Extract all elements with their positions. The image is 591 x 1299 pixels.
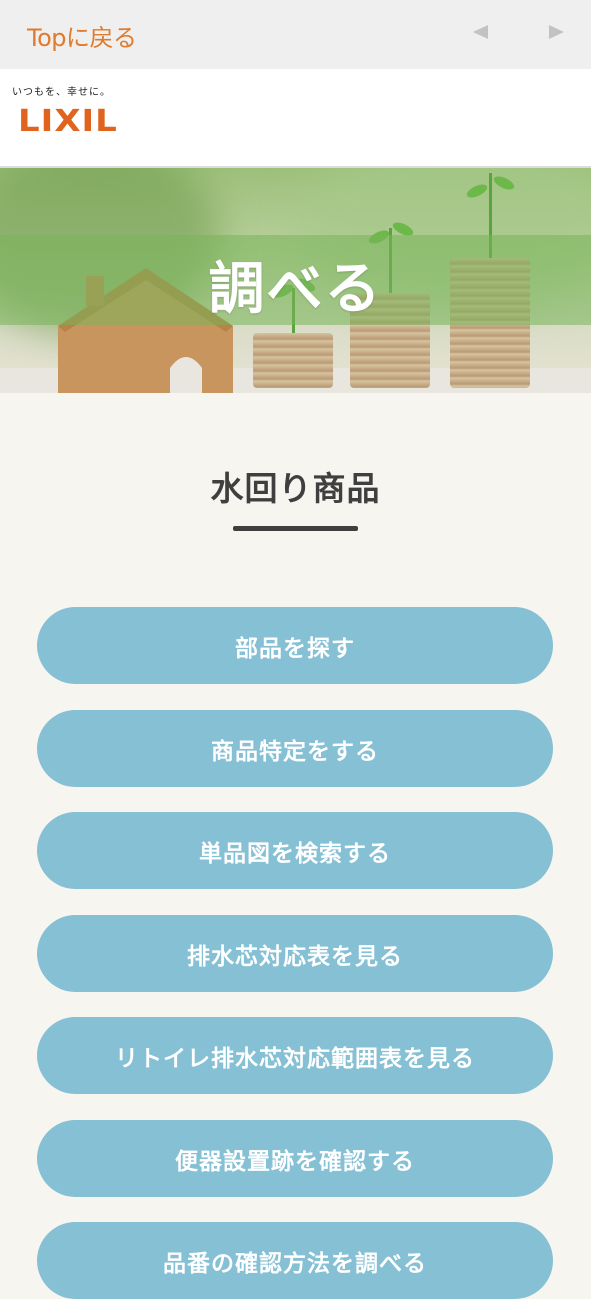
identify-product-button[interactable]: 商品特定をする bbox=[37, 710, 553, 787]
search-parts-button[interactable]: 部品を探す bbox=[37, 607, 553, 684]
back-to-top-link[interactable]: Topに戻る bbox=[27, 18, 137, 53]
coin-stack bbox=[253, 333, 333, 388]
section-title: 水回り商品 bbox=[210, 469, 381, 508]
site-header: いつもを、幸せに。 LIXIL bbox=[0, 69, 591, 168]
brand-tagline: いつもを、幸せに。 bbox=[12, 87, 111, 98]
drain-center-table-button[interactable]: 排水芯対応表を見る bbox=[37, 915, 553, 992]
hero-banner: 調べる bbox=[0, 168, 591, 393]
retoilet-drain-range-button[interactable]: リトイレ排水芯対応範囲表を見る bbox=[37, 1017, 553, 1094]
lixil-logo[interactable]: LIXIL bbox=[18, 103, 118, 139]
check-part-number-button[interactable]: 品番の確認方法を調べる bbox=[37, 1222, 553, 1299]
triangle-right-icon[interactable] bbox=[549, 25, 564, 39]
search-drawing-button[interactable]: 単品図を検索する bbox=[37, 812, 553, 889]
check-installation-trace-button[interactable]: 便器設置跡を確認する bbox=[37, 1120, 553, 1197]
triangle-left-icon[interactable] bbox=[473, 25, 488, 39]
top-bar: Topに戻る bbox=[0, 0, 591, 69]
section-underline bbox=[233, 526, 358, 531]
hero-title: 調べる bbox=[208, 257, 383, 322]
